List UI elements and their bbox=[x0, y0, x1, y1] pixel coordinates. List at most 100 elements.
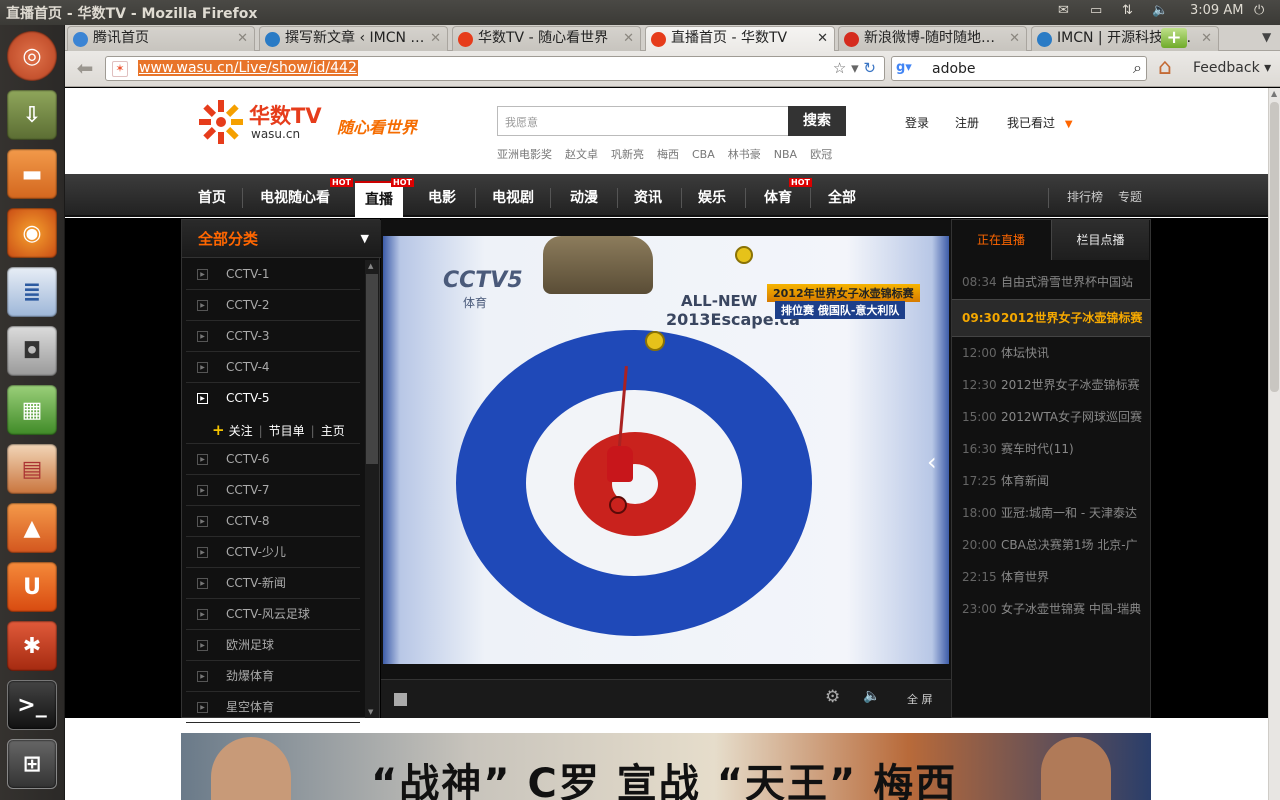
terminal-icon[interactable]: >_ bbox=[7, 680, 57, 730]
nav-tv-series[interactable]: 电视剧 bbox=[483, 174, 543, 217]
hotword-link[interactable]: 林书豪 bbox=[728, 148, 761, 161]
network-icon[interactable]: ⇅ bbox=[1122, 3, 1133, 18]
tab-tencent[interactable]: 腾讯首页 ✕ bbox=[67, 26, 255, 51]
login-link[interactable]: 登录 bbox=[905, 114, 929, 131]
channel-item[interactable]: ▶ CCTV-4 bbox=[186, 352, 360, 383]
channel-item[interactable]: ▶ CCTV-7 bbox=[186, 475, 360, 506]
schedule-item[interactable]: 15:00 2012WTA女子网球巡回赛 bbox=[952, 401, 1150, 433]
schedule-item[interactable]: 08:34 自由式滑雪世界杯中国站 bbox=[952, 266, 1150, 298]
clock[interactable]: 3:09 AM bbox=[1190, 3, 1243, 18]
schedule-item[interactable]: 22:15 体育世界 bbox=[952, 561, 1150, 593]
settings-gear-icon[interactable]: ⚙ bbox=[825, 687, 840, 707]
schedule-item[interactable]: 20:00 CBA总决赛第1场 北京-广 bbox=[952, 529, 1150, 561]
promo-banner[interactable]: “战神” C罗 宣战 “天王” 梅西 bbox=[181, 733, 1151, 800]
tab-imcn[interactable]: IMCN | 开源科技资… ✕ bbox=[1031, 26, 1219, 51]
software-installer-icon[interactable]: ⇩ bbox=[7, 90, 57, 140]
channel-item[interactable]: ▶ CCTV-少儿 bbox=[186, 537, 360, 568]
page-scroll-thumb[interactable] bbox=[1270, 102, 1279, 392]
calc-icon[interactable]: ▦ bbox=[7, 385, 57, 435]
hotword-link[interactable]: 赵文卓 bbox=[565, 148, 598, 161]
close-icon[interactable]: ✕ bbox=[237, 31, 248, 46]
channel-home-link[interactable]: 主页 bbox=[321, 424, 345, 438]
nav-all[interactable]: 全部 bbox=[817, 174, 867, 217]
history-link[interactable]: 我已看过 ▼ bbox=[1007, 114, 1073, 131]
schedule-item[interactable]: 12:00 体坛快讯 bbox=[952, 337, 1150, 369]
new-tab-button[interactable]: + bbox=[1161, 28, 1187, 48]
site-search-input[interactable]: 我愿意 bbox=[497, 106, 789, 136]
nav-tv-anytime[interactable]: 电视随心看 bbox=[250, 174, 340, 217]
tab-vod[interactable]: 栏目点播 bbox=[1051, 220, 1149, 260]
channel-item[interactable]: ▶ CCTV-6 bbox=[186, 444, 360, 475]
bookmark-star-icon[interactable]: ☆ ▾ ↻ bbox=[833, 59, 876, 77]
power-icon[interactable]: ⏻ bbox=[1254, 3, 1264, 18]
impress-icon[interactable]: ▤ bbox=[7, 444, 57, 494]
schedule-item[interactable]: 17:25 体育新闻 bbox=[952, 465, 1150, 497]
category-header[interactable]: 全部分类 ▼ bbox=[182, 220, 381, 258]
nav-news[interactable]: 资讯 bbox=[623, 174, 673, 217]
register-link[interactable]: 注册 bbox=[955, 114, 979, 131]
hotword-link[interactable]: 巩新亮 bbox=[611, 148, 644, 161]
close-icon[interactable]: ✕ bbox=[623, 31, 634, 46]
channel-item[interactable]: ▶ 劲爆体育 bbox=[186, 661, 360, 692]
url-text[interactable]: www.wasu.cn/Live/show/id/442 bbox=[138, 60, 358, 76]
fullscreen-button[interactable]: 全 屏 bbox=[907, 691, 933, 707]
collapse-panel-icon[interactable]: ‹ bbox=[927, 448, 937, 476]
back-button[interactable]: ⬅ bbox=[70, 56, 100, 82]
volume-icon[interactable]: 🔈 bbox=[863, 688, 880, 704]
camera-icon[interactable]: ◘ bbox=[7, 326, 57, 376]
close-icon[interactable]: ✕ bbox=[1009, 31, 1020, 46]
hotword-link[interactable]: NBA bbox=[774, 148, 797, 161]
schedule-link[interactable]: 节目单 bbox=[269, 424, 305, 438]
scroll-up-icon[interactable]: ▲ bbox=[1271, 89, 1277, 98]
workspace-switcher-icon[interactable]: ⊞ bbox=[7, 739, 57, 789]
nav-entertainment[interactable]: 娱乐 bbox=[687, 174, 737, 217]
close-icon[interactable]: ✕ bbox=[1201, 31, 1212, 46]
channel-item-active[interactable]: ▶ CCTV-5 bbox=[186, 383, 360, 414]
tab-sina-weibo[interactable]: 新浪微博-随时随地… ✕ bbox=[838, 26, 1027, 51]
close-icon[interactable]: ✕ bbox=[817, 31, 828, 46]
ubuntu-dash-icon[interactable]: ◎ bbox=[7, 31, 57, 81]
channel-item[interactable]: ▶ 欧洲足球 bbox=[186, 630, 360, 661]
schedule-item-current[interactable]: 09:302012世界女子冰壶锦标赛 bbox=[952, 299, 1150, 337]
channel-item[interactable]: ▶ CCTV-新闻 bbox=[186, 568, 360, 599]
stop-icon[interactable] bbox=[394, 693, 407, 706]
writer-icon[interactable]: ≣ bbox=[7, 267, 57, 317]
url-bar[interactable]: ✶ www.wasu.cn/Live/show/id/442 ☆ ▾ ↻ bbox=[105, 56, 885, 81]
firefox-icon[interactable]: ◉ bbox=[7, 208, 57, 258]
channel-item[interactable]: ▶ CCTV-1 bbox=[186, 259, 360, 290]
mail-icon[interactable]: ✉ bbox=[1058, 3, 1069, 18]
channel-item[interactable]: ▶ 星空体育 bbox=[186, 692, 360, 723]
tab-imcn-write[interactable]: 撰写新文章 ‹ IMCN … ✕ bbox=[259, 26, 448, 51]
hotword-link[interactable]: 亚洲电影奖 bbox=[497, 148, 552, 161]
search-bar[interactable]: g▾ adobe ⌕ bbox=[891, 56, 1147, 81]
nav-movies[interactable]: 电影 bbox=[417, 174, 467, 217]
schedule-item[interactable]: 18:00 亚冠:城南一和 - 天津泰达 bbox=[952, 497, 1150, 529]
channel-item[interactable]: ▶ CCTV-8 bbox=[186, 506, 360, 537]
search-icon[interactable]: ⌕ bbox=[1133, 58, 1142, 78]
channel-item[interactable]: ▶ CCTV-风云足球 bbox=[186, 599, 360, 630]
close-icon[interactable]: ✕ bbox=[430, 31, 441, 46]
video-player[interactable]: CCTV5 体育 ALL-NEW 2013Escape.ca 2012年世界女子… bbox=[381, 219, 951, 718]
schedule-item[interactable]: 16:30 赛车时代(11) bbox=[952, 433, 1150, 465]
google-icon[interactable]: g▾ bbox=[896, 60, 912, 75]
follow-link[interactable]: 关注 bbox=[229, 424, 253, 438]
nav-anime[interactable]: 动漫 bbox=[558, 174, 610, 217]
category-scrollbar[interactable]: ▲ ▼ bbox=[365, 260, 379, 718]
ubuntu-one-icon[interactable]: U bbox=[7, 562, 57, 612]
hotword-link[interactable]: CBA bbox=[692, 148, 715, 161]
tab-wasu-home[interactable]: 华数TV - 随心看世界 ✕ bbox=[452, 26, 641, 51]
search-input[interactable]: adobe bbox=[932, 61, 976, 77]
topics-link[interactable]: 专题 bbox=[1118, 188, 1142, 205]
channel-item[interactable]: ▶ CCTV-3 bbox=[186, 321, 360, 352]
home-icon[interactable]: ⌂ bbox=[1158, 55, 1172, 80]
video-frame[interactable]: CCTV5 体育 ALL-NEW 2013Escape.ca 2012年世界女子… bbox=[383, 236, 949, 664]
settings-icon[interactable]: ✱ bbox=[7, 621, 57, 671]
wasu-logo[interactable]: 华数TV wasu.cn 随心看世界 bbox=[197, 98, 417, 158]
files-icon[interactable]: ▬ bbox=[7, 149, 57, 199]
scroll-up-icon[interactable]: ▲ bbox=[368, 262, 373, 270]
list-all-tabs-icon[interactable]: ▼ bbox=[1262, 30, 1271, 44]
site-search-button[interactable]: 搜索 bbox=[788, 106, 846, 136]
shopping-icon[interactable]: ▲ bbox=[7, 503, 57, 553]
schedule-item[interactable]: 12:30 2012世界女子冰壶锦标赛 bbox=[952, 369, 1150, 401]
scroll-down-icon[interactable]: ▼ bbox=[368, 708, 373, 716]
